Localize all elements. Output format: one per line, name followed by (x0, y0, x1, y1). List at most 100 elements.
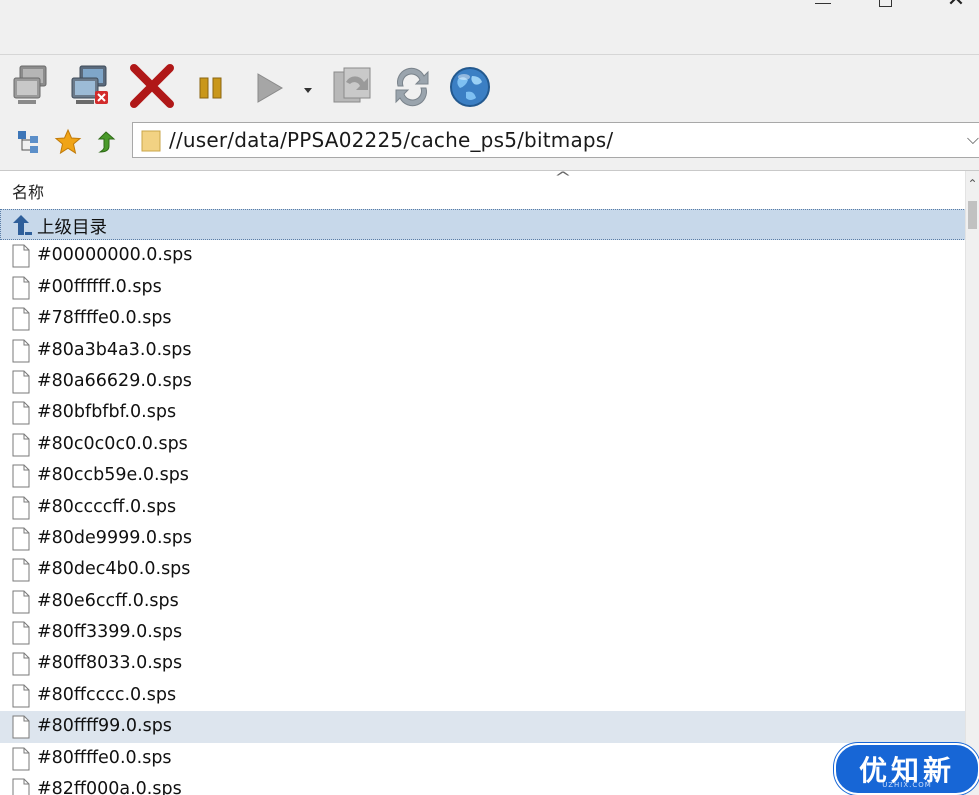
path-input[interactable]: //user/data/PPSA02225/cache_ps5/bitmaps/… (132, 122, 979, 158)
file-row[interactable]: #80ccb59e.0.sps (0, 460, 966, 491)
file-row[interactable]: #80e6ccff.0.sps (0, 586, 966, 617)
file-row[interactable]: #80ffffe0.0.sps (0, 743, 966, 774)
file-icon (12, 401, 30, 425)
file-icon (12, 244, 30, 268)
file-icon (12, 590, 30, 614)
file-name: #80ccccff.0.sps (37, 496, 177, 517)
play-button[interactable] (248, 62, 296, 110)
scroll-thumb[interactable] (968, 201, 977, 229)
divider (0, 54, 979, 55)
file-icon (12, 747, 30, 771)
file-name: #80a66629.0.sps (37, 370, 192, 391)
scroll-up-icon[interactable]: ⌃ (966, 177, 979, 191)
title-bar: ✕ (0, 0, 979, 52)
file-name: #00000000.0.sps (37, 245, 193, 266)
parent-directory-row[interactable]: 上级目录 (0, 209, 966, 241)
file-name: #82ff000a.0.sps (37, 779, 182, 795)
file-icon (12, 464, 30, 488)
globe-icon (450, 67, 490, 107)
favorites-button[interactable] (54, 128, 82, 156)
queue-button[interactable] (328, 62, 376, 110)
file-name: #80bfbfbf.0.sps (37, 402, 177, 423)
folder-icon (141, 130, 161, 152)
file-row[interactable]: #80ccccff.0.sps (0, 492, 966, 523)
file-name: #80c0c0c0.0.sps (37, 433, 188, 454)
minimize-button[interactable] (803, 0, 843, 14)
column-header-name[interactable]: 名称 ^ (0, 170, 966, 207)
disconnect-icon (71, 65, 108, 104)
play-dropdown[interactable] (296, 62, 316, 110)
parent-directory-label: 上级目录 (37, 218, 107, 238)
vertical-scrollbar[interactable]: ⌃ (965, 171, 979, 795)
file-row[interactable]: #80dec4b0.0.sps (0, 554, 966, 585)
file-row[interactable]: #00ffffff.0.sps (0, 272, 966, 303)
file-icon (12, 558, 30, 582)
file-name: #78ffffe0.0.sps (37, 308, 172, 329)
file-row[interactable]: #80ffff99.0.sps (0, 711, 966, 743)
file-row[interactable]: #80ff3399.0.sps (0, 617, 966, 648)
disconnect-button[interactable] (68, 62, 116, 110)
file-name: #80a3b4a3.0.sps (37, 339, 192, 360)
stop-icon (130, 64, 174, 108)
file-icon (12, 433, 30, 457)
file-row[interactable]: #82ff000a.0.sps (0, 774, 966, 795)
file-name: #80ffff99.0.sps (37, 716, 172, 737)
watermark-subtext: UZHIX.COM (882, 781, 932, 789)
file-row[interactable]: #00000000.0.sps (0, 240, 966, 271)
play-icon (257, 73, 283, 103)
file-icon (12, 652, 30, 676)
file-icon (12, 684, 30, 708)
parent-up-icon (13, 215, 32, 235)
globe-button[interactable] (446, 62, 494, 110)
queue-icon (333, 67, 371, 103)
file-list: 上级目录 #00000000.0.sps #00ffffff.0.sps #78ff… (0, 209, 966, 795)
maximize-button[interactable] (866, 0, 906, 14)
pause-icon (199, 77, 222, 99)
parent-folder-button[interactable] (94, 128, 122, 156)
pause-button[interactable] (188, 62, 236, 110)
file-name: #80ffffe0.0.sps (37, 747, 172, 768)
file-row[interactable]: #80bfbfbf.0.sps (0, 397, 966, 428)
file-icon (12, 276, 30, 300)
file-row[interactable]: #80ffcccc.0.sps (0, 680, 966, 711)
file-list-panel: 名称 ^ 上级目录 #00000000.0.sps #00ffffff.0.sps… (0, 170, 979, 795)
file-name: #80ccb59e.0.sps (37, 465, 189, 486)
toolbar (0, 56, 979, 116)
connect-button[interactable] (10, 62, 58, 110)
file-row[interactable]: #80c0c0c0.0.sps (0, 429, 966, 460)
file-icon (12, 496, 30, 520)
file-icon (12, 307, 30, 331)
file-name: #00ffffff.0.sps (37, 276, 162, 297)
file-row[interactable]: #80de9999.0.sps (0, 523, 966, 554)
stop-button[interactable] (128, 62, 176, 110)
connect-icon (13, 65, 47, 104)
site-tree-icon (18, 131, 38, 153)
file-name: #80e6ccff.0.sps (37, 590, 179, 611)
address-row: //user/data/PPSA02225/cache_ps5/bitmaps/… (0, 118, 979, 164)
file-icon (12, 621, 30, 645)
chevron-down-icon (304, 88, 312, 93)
file-row[interactable]: #80a66629.0.sps (0, 366, 966, 397)
close-button[interactable]: ✕ (936, 0, 976, 11)
file-name: #80ff8033.0.sps (37, 653, 183, 674)
file-icon (12, 778, 30, 795)
file-icon (12, 527, 30, 551)
watermark-logo: 优知新 UZHIX.COM (834, 743, 979, 795)
file-row[interactable]: #80ff8033.0.sps (0, 648, 966, 679)
column-name-label: 名称 (12, 183, 45, 202)
chevron-down-icon[interactable]: ⌵ (967, 129, 979, 149)
file-name: #80ff3399.0.sps (37, 622, 183, 643)
file-icon (12, 370, 30, 394)
file-name: #80de9999.0.sps (37, 527, 192, 548)
ftp-client-window: ✕ (0, 0, 979, 795)
file-row[interactable]: #80a3b4a3.0.sps (0, 335, 966, 366)
sort-ascending-icon: ^ (554, 170, 572, 186)
file-icon (12, 715, 30, 739)
path-text: //user/data/PPSA02225/cache_ps5/bitmaps/ (169, 128, 614, 152)
up-arrow-icon (97, 131, 116, 153)
file-name: #80ffcccc.0.sps (37, 684, 177, 705)
file-row[interactable]: #78ffffe0.0.sps (0, 303, 966, 334)
refresh-button[interactable] (388, 62, 436, 110)
site-manager-button[interactable] (16, 128, 44, 156)
file-icon (12, 339, 30, 363)
